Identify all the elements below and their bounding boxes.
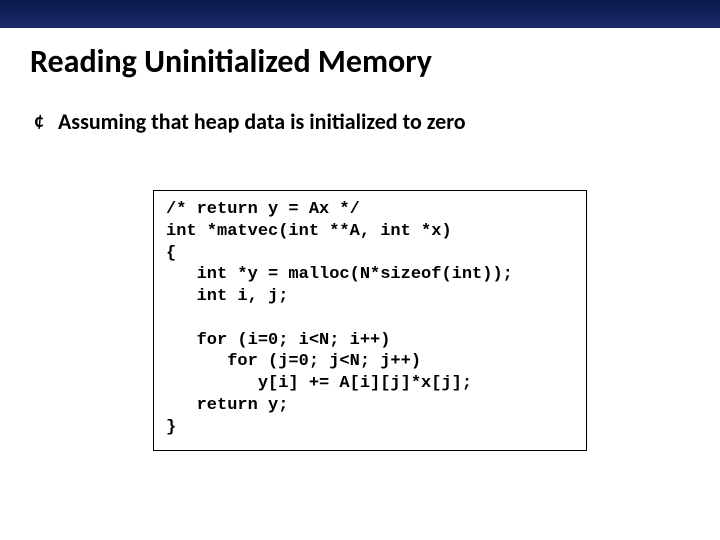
header-stripe <box>0 0 720 28</box>
bullet-marker: ¢ <box>34 109 44 133</box>
code-block: /* return y = Ax */ int *matvec(int **A,… <box>153 190 587 451</box>
bullet-text: Assuming that heap data is initialized t… <box>58 109 466 135</box>
slide-title: Reading Uninitialized Memory <box>0 28 720 81</box>
bullet-row: ¢ Assuming that heap data is initialized… <box>0 81 720 135</box>
